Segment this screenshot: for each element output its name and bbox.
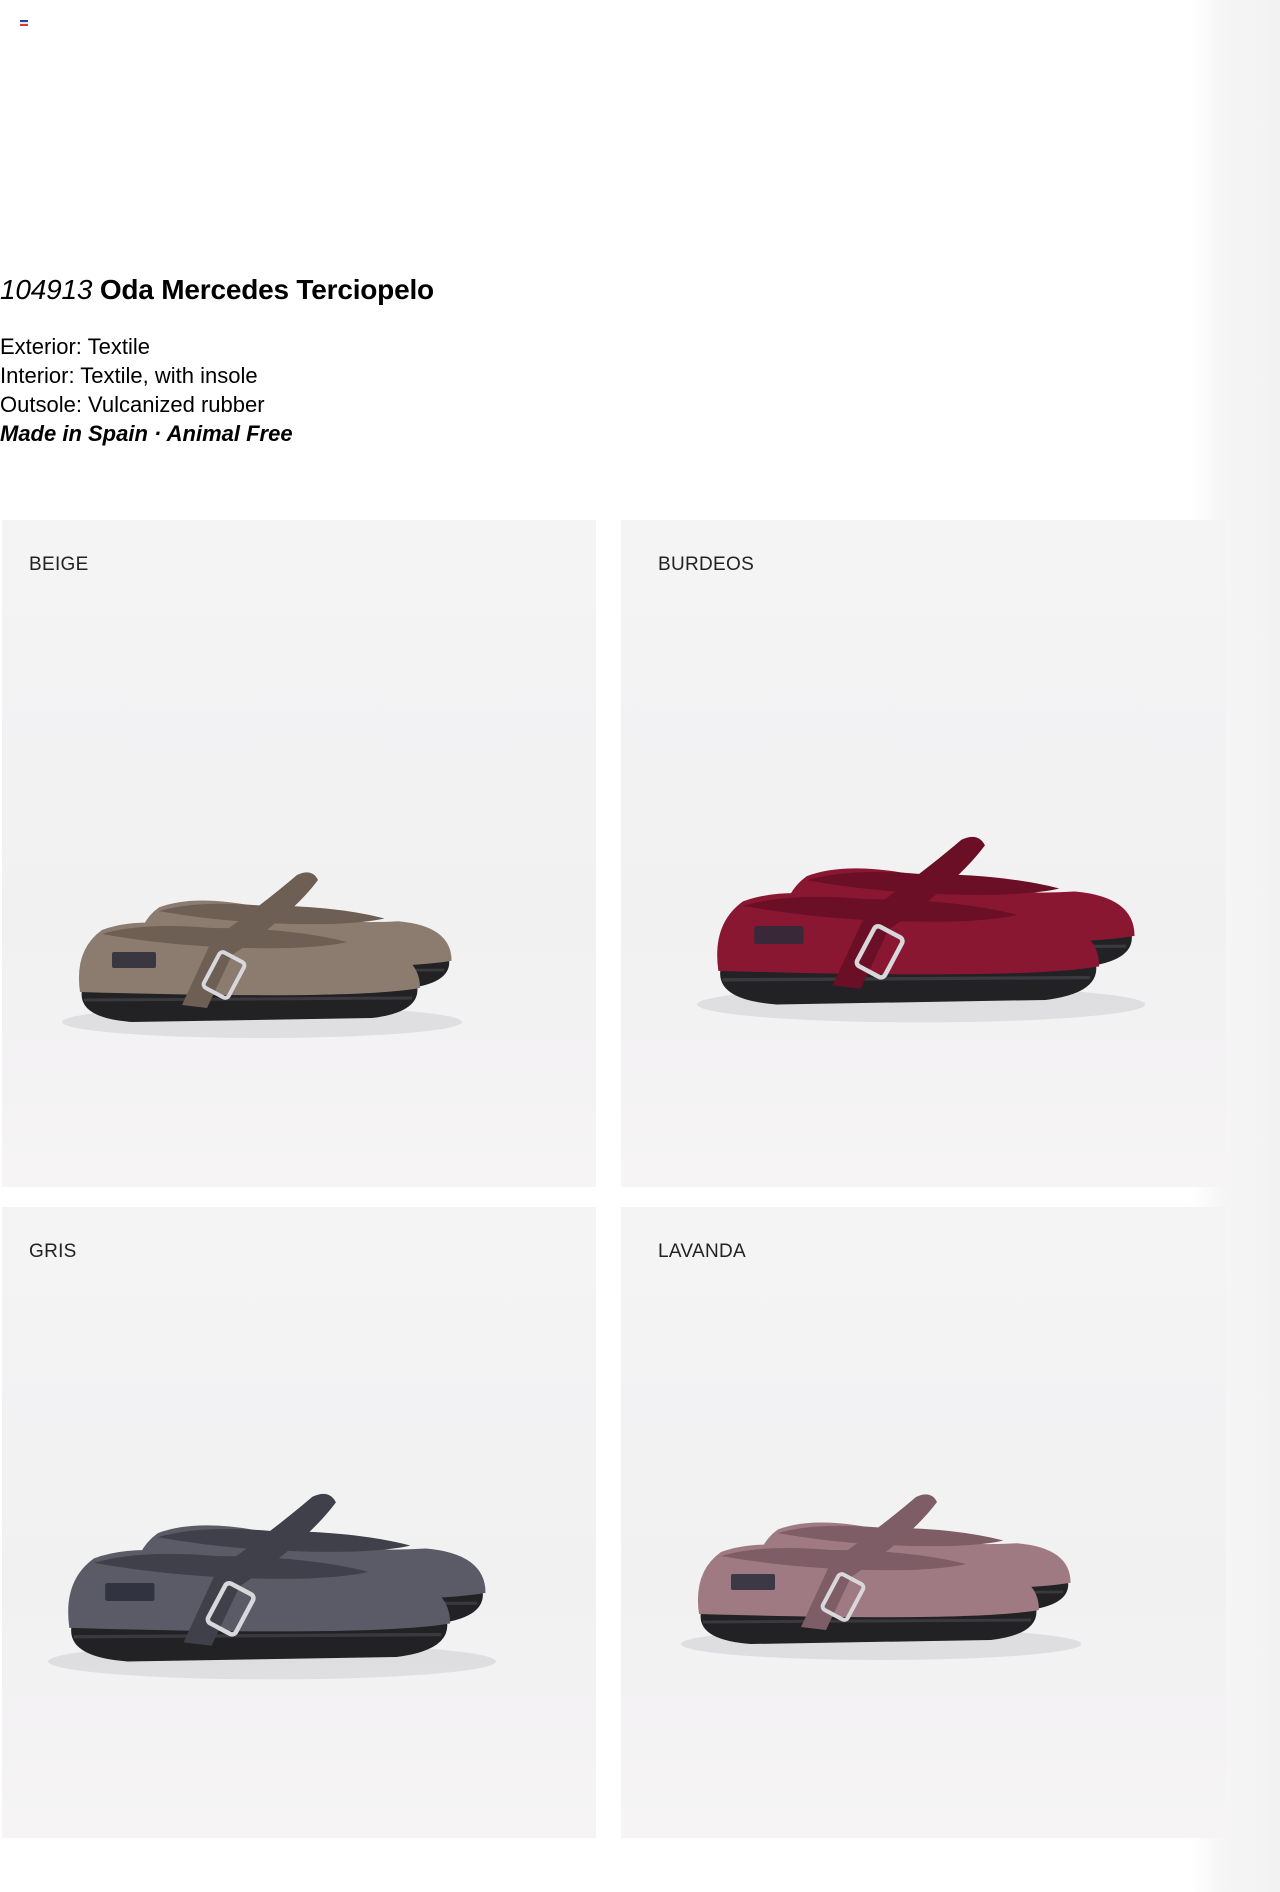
front-shoe xyxy=(68,1493,451,1662)
product-title: 104913 Oda Mercedes Terciopelo xyxy=(0,272,900,308)
variant-label: GRIS xyxy=(29,1241,77,1262)
product-specs: Exterior: Textile Interior: Textile, wit… xyxy=(0,332,900,448)
front-shoe xyxy=(717,836,1100,1005)
shoe-photo xyxy=(697,836,1145,1023)
brand-tag xyxy=(105,1583,155,1601)
shoe-photo xyxy=(48,1493,496,1680)
variant-card-gris[interactable]: GRIS xyxy=(2,1207,596,1838)
brand-tag xyxy=(754,926,804,944)
spec-outsole: Outsole: Vulcanized rubber xyxy=(0,392,265,417)
shoe-photo xyxy=(681,1494,1081,1660)
variant-label: BEIGE xyxy=(29,554,89,575)
sole-stitch xyxy=(702,1618,1032,1624)
variant-card-beige[interactable]: BEIGE xyxy=(2,520,596,1187)
origin-note: Made in Spain · Animal Free xyxy=(0,421,293,446)
brand-tag xyxy=(112,952,156,968)
sole-stitch xyxy=(722,975,1091,982)
product-name: Oda Mercedes Terciopelo xyxy=(99,274,434,305)
product-header: 104913 Oda Mercedes Terciopelo Exterior:… xyxy=(0,272,900,448)
shoe-photo xyxy=(62,872,462,1038)
variant-label: BURDEOS xyxy=(658,554,755,575)
front-shoe xyxy=(78,872,421,1022)
spec-interior: Interior: Textile, with insole xyxy=(0,363,258,388)
sole-stitch xyxy=(83,996,413,1002)
brand-tag xyxy=(731,1574,775,1590)
sole-stitch xyxy=(73,1632,442,1639)
product-reference: 104913 xyxy=(0,274,93,305)
spec-exterior: Exterior: Textile xyxy=(0,334,150,359)
variant-card-lavanda[interactable]: LAVANDA xyxy=(621,1207,1226,1838)
flag-icon[interactable] xyxy=(20,20,28,26)
front-shoe xyxy=(697,1494,1039,1644)
flag-stripe xyxy=(20,24,28,26)
variant-card-burdeos[interactable]: BURDEOS xyxy=(621,520,1226,1187)
variant-label: LAVANDA xyxy=(658,1241,746,1262)
